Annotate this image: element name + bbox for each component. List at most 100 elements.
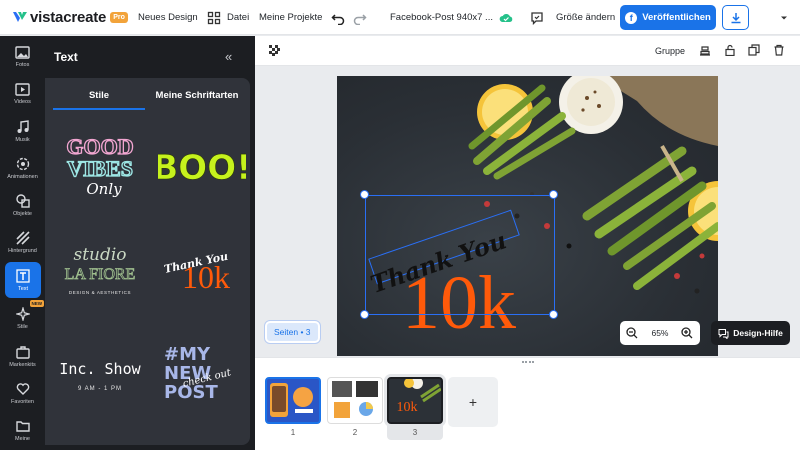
zoom-out-icon[interactable] xyxy=(626,327,638,339)
strip-drag-handle[interactable] xyxy=(522,361,534,363)
resize-button[interactable]: Größe ändern xyxy=(556,12,615,23)
style-text: Inc. Show xyxy=(59,360,141,378)
my-new-post-preview: #MY NEW POST check out xyxy=(164,344,233,403)
rail-label: Hintergrund xyxy=(8,247,37,254)
page-thumbnail-2[interactable] xyxy=(327,377,383,424)
text-style-thank-you[interactable]: Thank You 10k xyxy=(157,232,247,310)
style-text: 9 AM - 1 PM xyxy=(78,386,122,392)
style-text: Only xyxy=(86,180,122,198)
rail-item-brandkits[interactable]: Markenkits xyxy=(0,338,45,374)
rail-item-background[interactable]: Hintergrund xyxy=(0,224,45,260)
page-3-preview: 10k xyxy=(397,379,441,415)
download-icon xyxy=(731,12,740,23)
rail-item-styles[interactable]: NEW Stile xyxy=(0,300,45,336)
style-text: VIBES xyxy=(67,156,133,181)
rail-item-animations[interactable]: Animationen xyxy=(0,150,45,186)
la-fiore-preview: studio LA FIORE DESIGN & AESTHETICS xyxy=(64,245,135,295)
style-text: studio xyxy=(73,245,126,265)
design-help-label: Design-Hilfe xyxy=(733,328,783,338)
logo[interactable]: vistacreate Pro xyxy=(12,9,128,26)
document-title[interactable]: Facebook-Post 940x7 ... xyxy=(390,12,493,23)
resize-handle-tr[interactable] xyxy=(549,190,558,199)
canvas-toolbar: Gruppe xyxy=(255,36,800,66)
pages-strip: 1 2 10k 3 + xyxy=(255,357,800,450)
delete-icon[interactable] xyxy=(773,44,785,56)
rail-item-videos[interactable]: Videos xyxy=(0,76,45,112)
logo-text: vistacreate xyxy=(30,8,107,26)
rail-label: Stile xyxy=(17,323,28,330)
rail-label: Favoriten xyxy=(11,398,34,405)
design-help-button[interactable]: Design-Hilfe xyxy=(711,321,790,345)
text-icon xyxy=(16,268,30,283)
rail-item-objects[interactable]: Objekte xyxy=(0,187,45,223)
thank-you-preview: Thank You 10k xyxy=(163,250,230,295)
style-text: #MY xyxy=(164,344,211,365)
align-icon[interactable] xyxy=(699,44,711,56)
resize-handle-bl[interactable] xyxy=(360,310,369,319)
page-thumbnail-3[interactable]: 10k xyxy=(387,377,443,424)
thumb-text: 10k xyxy=(397,400,418,415)
download-button[interactable] xyxy=(722,5,749,30)
rail-label: Videos xyxy=(14,99,31,105)
style-text: 10k xyxy=(182,259,230,295)
pages-toggle-button[interactable]: Seiten • 3 xyxy=(265,321,320,343)
resize-handle-br[interactable] xyxy=(549,310,558,319)
styles-icon xyxy=(15,306,30,321)
redo-icon[interactable] xyxy=(353,11,367,25)
page-number: 1 xyxy=(290,428,296,437)
style-text: DESIGN & AESTHETICS xyxy=(69,290,131,295)
publish-button[interactable]: f Veröffentlichen xyxy=(620,5,716,30)
rail-item-music[interactable]: Musik xyxy=(0,113,45,149)
add-page-label: + xyxy=(468,394,478,410)
rail-label: Animationen xyxy=(7,173,38,180)
text-style-boo[interactable]: BOO! xyxy=(157,128,247,206)
rail-label: Fotos xyxy=(15,62,30,68)
file-menu[interactable]: Datei xyxy=(227,12,249,23)
chevron-down-icon[interactable] xyxy=(780,14,788,22)
text-style-good-vibes[interactable]: GOOD VIBES Only xyxy=(55,128,145,206)
duplicate-icon[interactable] xyxy=(748,44,760,56)
cloud-saved-icon xyxy=(499,13,513,22)
design-canvas[interactable]: Thank You 10k xyxy=(337,76,718,356)
objects-icon xyxy=(15,193,30,208)
chat-icon xyxy=(718,328,729,339)
rail-item-my-files[interactable]: Meine xyxy=(0,412,45,448)
rail-item-favorites[interactable]: Favoriten xyxy=(0,375,45,411)
canvas-area: Gruppe Thank You 10k Seiten • 3 65% Desi… xyxy=(255,36,800,450)
pages-label: Seiten • 3 xyxy=(274,327,311,337)
zoom-in-icon[interactable] xyxy=(681,327,693,339)
group-button[interactable]: Gruppe xyxy=(655,46,685,56)
facebook-icon: f xyxy=(625,11,638,24)
brandkit-icon xyxy=(15,345,30,359)
text-style-la-fiore[interactable]: studio LA FIORE DESIGN & AESTHETICS xyxy=(55,232,145,310)
tab-my-fonts[interactable]: Meine Schriftarten xyxy=(149,84,245,106)
text-style-my-new-post[interactable]: #MY NEW POST check out xyxy=(157,334,247,412)
folder-icon xyxy=(15,420,30,432)
rail-label: Text xyxy=(17,285,29,292)
background-icon xyxy=(15,230,30,245)
left-rail: Fotos Videos Musik Animationen Objekte H… xyxy=(0,36,45,450)
new-design-link[interactable]: Neues Design xyxy=(138,12,198,23)
pro-badge: Pro xyxy=(110,11,128,23)
heart-icon xyxy=(16,382,29,395)
rail-label: Musik xyxy=(15,136,30,143)
rail-item-text[interactable]: Text xyxy=(5,262,41,298)
resize-handle-tl[interactable] xyxy=(360,190,369,199)
vistacreate-logo-icon xyxy=(13,12,27,22)
animation-icon xyxy=(16,157,29,170)
undo-icon[interactable] xyxy=(331,11,345,25)
lock-icon[interactable] xyxy=(724,44,736,56)
rail-item-photos[interactable]: Fotos xyxy=(0,39,45,75)
text-style-inc-show[interactable]: Inc. Show 9 AM - 1 PM xyxy=(55,334,145,412)
collapse-panel-icon[interactable]: « xyxy=(225,49,232,64)
transparency-icon[interactable] xyxy=(269,45,280,56)
active-tab-indicator xyxy=(53,108,145,110)
photo-icon xyxy=(15,46,30,59)
publish-label: Veröffentlichen xyxy=(642,12,711,23)
page-thumbnail-1[interactable] xyxy=(265,377,321,424)
my-projects-link[interactable]: Meine Projekte xyxy=(259,12,322,23)
tab-styles[interactable]: Stile xyxy=(53,84,145,106)
page-number: 3 xyxy=(387,426,443,440)
comment-icon[interactable] xyxy=(530,11,544,25)
add-page-button[interactable]: + xyxy=(448,377,498,427)
